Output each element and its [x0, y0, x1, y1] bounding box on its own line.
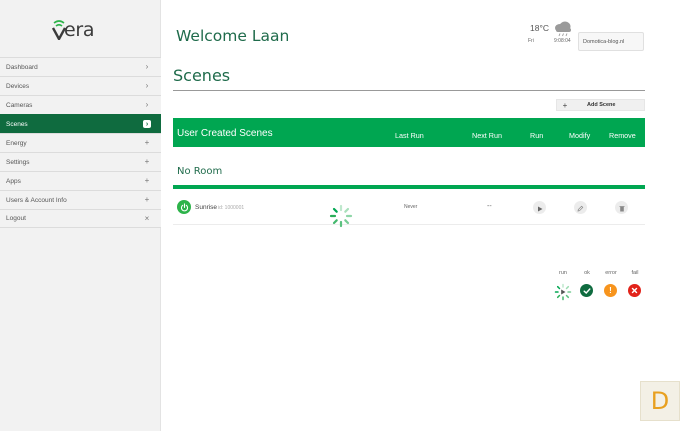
- sidebar-item-label: Settings: [6, 158, 30, 166]
- pencil-icon: [577, 199, 584, 217]
- legend-error: error !: [599, 270, 623, 297]
- sidebar-item-label: Cameras: [6, 101, 33, 109]
- sidebar-item-label: Energy: [6, 139, 27, 147]
- trash-icon: [619, 199, 625, 217]
- sidebar-item-users-account-info[interactable]: Users & Account Info +: [0, 190, 161, 209]
- close-icon: ×: [144, 213, 150, 223]
- scene-last-run: Never: [404, 204, 418, 210]
- room-divider: [173, 185, 645, 189]
- legend-label: ok: [584, 270, 590, 276]
- cloud-rain-icon: [553, 21, 573, 37]
- column-next-run: Next Run: [472, 131, 502, 140]
- room-heading: No Room: [177, 166, 223, 177]
- page-title: Scenes: [173, 66, 231, 85]
- running-spinner-icon: [554, 283, 572, 301]
- loading-spinner-icon: [328, 203, 354, 229]
- legend-label: error: [605, 270, 617, 276]
- delete-scene-button[interactable]: [615, 201, 628, 214]
- legend-fail: fail: [623, 270, 647, 297]
- sidebar-item-label: Logout: [6, 215, 26, 222]
- sidebar-item-label: Scenes: [6, 120, 28, 128]
- plus-icon: +: [144, 195, 150, 204]
- legend-ok: ok: [575, 270, 599, 297]
- sidebar-item-logout[interactable]: Logout ×: [0, 209, 161, 228]
- clock: 9:08:04: [554, 38, 571, 44]
- column-modify: Modify: [569, 131, 591, 140]
- add-scene-button[interactable]: + Add Scene: [556, 99, 645, 111]
- sidebar-item-label: Devices: [6, 82, 30, 90]
- sidebar: era Dashboard › Devices › Cameras › Scen…: [0, 0, 161, 431]
- chevron-right-icon: ›: [143, 120, 151, 128]
- legend-label: run: [559, 270, 567, 276]
- sidebar-item-label: Apps: [6, 177, 21, 185]
- weekday: Fri: [528, 38, 534, 44]
- scene-next-run: --: [487, 203, 492, 210]
- scenes-table-header: User Created Scenes Last Run Next Run Ru…: [173, 118, 645, 147]
- scene-name: Sunrise: [195, 204, 218, 211]
- exclamation-icon: !: [604, 284, 617, 297]
- plus-icon: +: [144, 176, 150, 185]
- table-row: Sunrise id: 1000001 Never --: [173, 195, 645, 228]
- sidebar-nav: Dashboard › Devices › Cameras › Scenes ›…: [0, 57, 161, 228]
- sidebar-item-cameras[interactable]: Cameras ›: [0, 95, 161, 114]
- power-icon[interactable]: [177, 200, 191, 214]
- vera-logo[interactable]: era: [52, 18, 112, 44]
- plus-icon: +: [144, 157, 150, 166]
- sidebar-item-energy[interactable]: Energy +: [0, 133, 161, 152]
- site-label[interactable]: Domotica-blog.nl: [578, 32, 644, 51]
- add-scene-label: Add Scene: [587, 102, 616, 108]
- temperature: 18°C: [530, 23, 549, 33]
- sidebar-item-label: Dashboard: [6, 63, 38, 71]
- sidebar-item-dashboard[interactable]: Dashboard ›: [0, 57, 161, 76]
- column-last-run: Last Run: [395, 131, 424, 140]
- sidebar-item-apps[interactable]: Apps +: [0, 171, 161, 190]
- column-run: Run: [530, 131, 544, 140]
- checkmark-icon: [580, 284, 593, 297]
- status-legend: run ok error ! fail: [550, 270, 648, 304]
- legend-run: run: [551, 270, 575, 301]
- play-icon: [537, 199, 543, 217]
- legend-label: fail: [631, 270, 639, 276]
- x-icon: [628, 284, 641, 297]
- welcome-message: Welcome Laan: [176, 27, 290, 45]
- column-remove: Remove: [609, 131, 636, 140]
- sidebar-item-settings[interactable]: Settings +: [0, 152, 161, 171]
- edit-scene-button[interactable]: [574, 201, 587, 214]
- domotica-badge[interactable]: D: [640, 381, 680, 421]
- sidebar-item-scenes[interactable]: Scenes ›: [0, 114, 161, 133]
- sidebar-item-label: Users & Account Info: [6, 196, 67, 204]
- table-title: User Created Scenes: [177, 128, 273, 139]
- chevron-right-icon: ›: [145, 100, 149, 109]
- scene-id: id: 1000001: [218, 205, 245, 211]
- sidebar-item-devices[interactable]: Devices ›: [0, 76, 161, 95]
- logo-text: era: [64, 19, 95, 41]
- chevron-right-icon: ›: [145, 62, 149, 71]
- plus-icon: +: [562, 100, 568, 110]
- run-scene-button[interactable]: [533, 201, 546, 214]
- plus-icon: +: [144, 138, 150, 147]
- chevron-right-icon: ›: [145, 81, 149, 90]
- title-divider: [173, 90, 645, 91]
